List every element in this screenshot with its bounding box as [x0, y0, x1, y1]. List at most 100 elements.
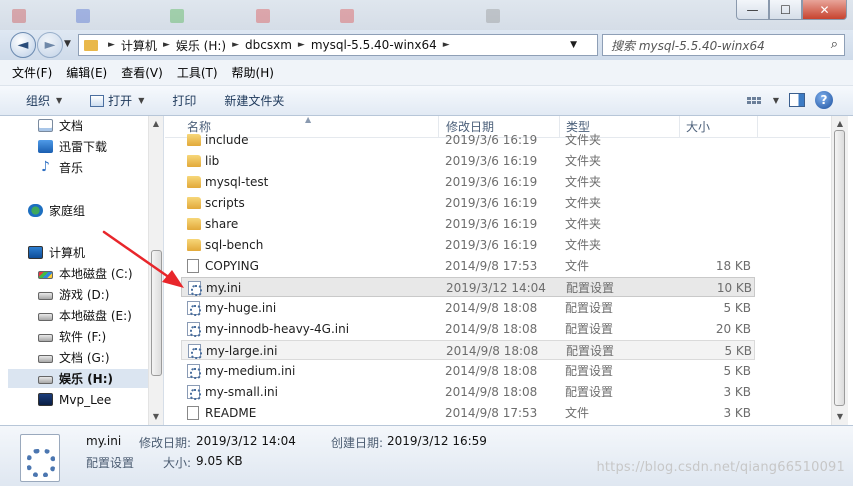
menu-tools[interactable]: 工具(T): [177, 64, 218, 81]
file-row[interactable]: mysql-test 2019/3/6 16:19 文件夹: [181, 172, 755, 192]
file-date: 2019/3/12 14:04: [446, 281, 546, 295]
file-scrollbar[interactable]: ▲ ▼: [831, 116, 848, 425]
background-tab-strip: — ☐ ✕: [0, 0, 853, 30]
file-name: my-small.ini: [205, 385, 278, 399]
window-controls: — ☐ ✕: [736, 0, 847, 20]
menu-view[interactable]: 查看(V): [121, 64, 163, 81]
breadcrumb-separator-icon: ►: [108, 40, 115, 50]
details-size-label: 大小:: [163, 456, 192, 470]
file-row[interactable]: sql-bench 2019/3/6 16:19 文件夹: [181, 235, 755, 255]
file-row[interactable]: my-medium.ini 2014/9/8 18:08 配置设置 5 KB: [181, 361, 755, 381]
config-file-icon: [187, 364, 201, 379]
breadcrumb-item[interactable]: 娱乐 (H:): [176, 37, 226, 54]
back-button[interactable]: ◄: [10, 32, 36, 58]
nav-item[interactable]: 迅雷下载: [38, 137, 107, 156]
nav-item[interactable]: ♪ 音乐: [38, 158, 83, 177]
scroll-down-icon[interactable]: ▼: [832, 409, 848, 425]
file-size: [681, 235, 751, 255]
print-button[interactable]: 打印: [172, 92, 196, 109]
file-type: 配置设置: [566, 344, 615, 358]
view-options-icon[interactable]: [746, 93, 763, 107]
close-button[interactable]: ✕: [802, 0, 847, 20]
search-input[interactable]: 搜索 mysql-5.5.40-winx64 ⌕: [602, 34, 845, 56]
file-type: 文件: [565, 406, 590, 420]
nav-item[interactable]: 文档: [38, 116, 83, 135]
file-type: 配置设置: [566, 281, 615, 295]
config-file-icon: [20, 434, 60, 482]
file-row[interactable]: scripts 2019/3/6 16:19 文件夹: [181, 193, 755, 213]
nav-item[interactable]: Mvp_Lee: [38, 390, 111, 409]
nav-item[interactable]: 游戏 (D:): [38, 285, 109, 304]
folder-icon: [84, 39, 98, 51]
folder-icon: [187, 197, 201, 209]
search-icon[interactable]: ⌕: [831, 37, 838, 52]
nav-item[interactable]: 本地磁盘 (C:): [38, 264, 133, 283]
scroll-up-icon[interactable]: ▲: [149, 116, 163, 132]
open-button[interactable]: 打开 ▼: [90, 92, 144, 109]
address-dropdown-icon[interactable]: ▼: [570, 40, 577, 50]
file-name: COPYING: [205, 259, 259, 273]
nav-scrollbar[interactable]: ▲ ▼: [148, 116, 163, 425]
file-row[interactable]: my-large.ini 2014/9/8 18:08 配置设置 5 KB: [181, 340, 755, 360]
file-size: 3 KB: [723, 385, 751, 399]
history-dropdown-icon[interactable]: ▼: [64, 39, 71, 49]
details-filename: my.ini: [86, 434, 122, 448]
file-scroll-thumb[interactable]: [834, 130, 845, 406]
file-row[interactable]: my-innodb-heavy-4G.ini 2014/9/8 18:08 配置设置…: [181, 319, 755, 339]
breadcrumb-item[interactable]: mysql-5.5.40-winx64: [311, 38, 437, 52]
maximize-button[interactable]: ☐: [769, 0, 802, 20]
file-row[interactable]: my.ini 2019/3/12 14:04 配置设置 10 KB: [181, 277, 755, 297]
file-row[interactable]: my-huge.ini 2014/9/8 18:08 配置设置 5 KB: [181, 298, 755, 318]
nav-item[interactable]: 娱乐 (H:): [8, 369, 156, 388]
file-row[interactable]: share 2019/3/6 16:19 文件夹: [181, 214, 755, 234]
nav-item[interactable]: 本地磁盘 (E:): [38, 306, 132, 325]
breadcrumb-separator-icon[interactable]: ►: [443, 40, 450, 50]
scroll-down-icon[interactable]: ▼: [149, 409, 163, 425]
breadcrumb-separator-icon[interactable]: ►: [163, 40, 170, 50]
ghost-tab: [256, 7, 270, 25]
menu-file[interactable]: 文件(F): [12, 64, 52, 81]
file-date: 2019/3/6 16:19: [445, 217, 538, 231]
breadcrumb-separator-icon[interactable]: ►: [298, 40, 305, 50]
preview-pane-icon[interactable]: [789, 93, 805, 107]
file-name: include: [205, 133, 249, 147]
drive-icon: [38, 292, 53, 300]
breadcrumb-item[interactable]: dbcsxm: [245, 38, 292, 52]
help-icon[interactable]: ?: [815, 91, 833, 109]
computer-icon: [28, 246, 43, 259]
document-icon: [38, 119, 53, 132]
organize-button[interactable]: 组织 ▼: [26, 92, 62, 109]
forward-button[interactable]: ►: [37, 32, 63, 58]
file-row[interactable]: COPYING 2014/9/8 17:53 文件 18 KB: [181, 256, 755, 276]
file-icon: [187, 259, 199, 273]
file-type: 文件夹: [565, 133, 602, 147]
chevron-down-icon[interactable]: ▼: [773, 96, 779, 105]
file-row[interactable]: my-small.ini 2014/9/8 18:08 配置设置 3 KB: [181, 382, 755, 402]
nav-item[interactable]: 软件 (F:): [38, 327, 106, 346]
file-name: sql-bench: [205, 238, 264, 252]
new-folder-button[interactable]: 新建文件夹: [224, 92, 284, 109]
menu-help[interactable]: 帮助(H): [232, 64, 274, 81]
file-date: 2019/3/6 16:19: [445, 154, 538, 168]
nav-item[interactable]: 文档 (G:): [38, 348, 110, 367]
user-folder-icon: [38, 393, 53, 406]
drive-icon: [38, 313, 53, 321]
nav-item[interactable]: 计算机: [28, 243, 85, 262]
file-date: 2014/9/8 17:53: [445, 259, 538, 273]
file-row[interactable]: include 2019/3/6 16:19 文件夹: [181, 130, 755, 150]
file-row[interactable]: lib 2019/3/6 16:19 文件夹: [181, 151, 755, 171]
ghost-tab: [340, 7, 354, 25]
breadcrumb-separator-icon[interactable]: ►: [232, 40, 239, 50]
file-size: [681, 214, 751, 234]
file-row[interactable]: README 2014/9/8 17:53 文件 3 KB: [181, 403, 755, 423]
address-bar[interactable]: ► 计算机 ► 娱乐 (H:) ► dbcsxm ► mysql-5.5.40-…: [78, 34, 673, 57]
nav-item-label: Mvp_Lee: [59, 392, 112, 407]
nav-item-label: 音乐: [59, 161, 84, 175]
breadcrumb-item[interactable]: 计算机: [121, 37, 157, 54]
nav-scroll-thumb[interactable]: [151, 250, 162, 376]
minimize-button[interactable]: —: [736, 0, 769, 20]
file-name: my-huge.ini: [205, 301, 277, 315]
file-date: 2014/9/8 18:08: [445, 364, 538, 378]
nav-item[interactable]: 家庭组: [28, 201, 85, 220]
menu-edit[interactable]: 编辑(E): [66, 64, 107, 81]
